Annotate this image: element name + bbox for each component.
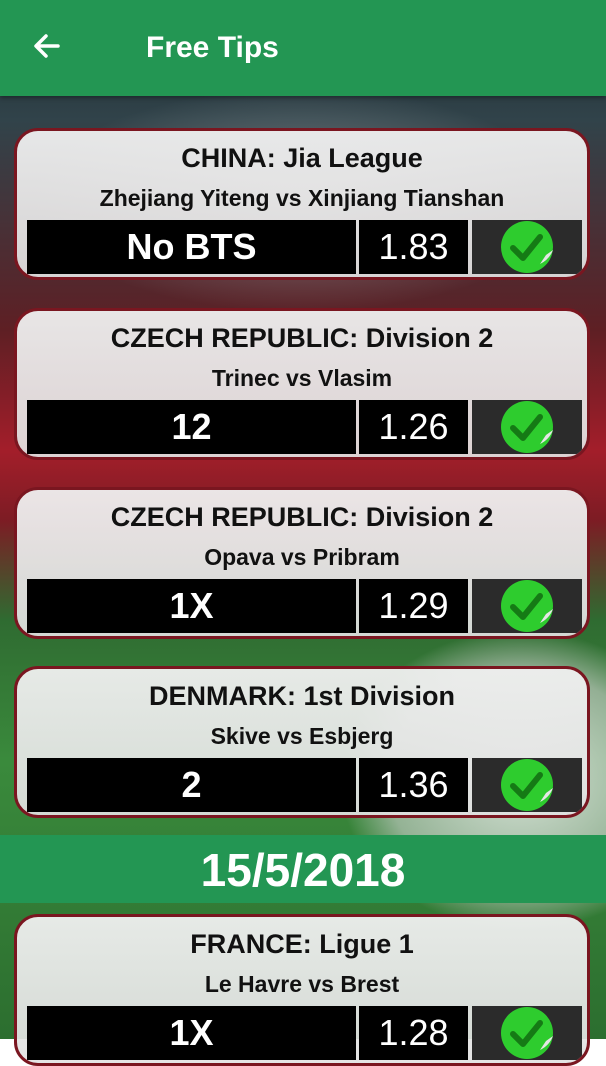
tip-card[interactable]: DENMARK: 1st Division Skive vs Esbjerg 2…: [14, 666, 590, 818]
result-status: [472, 758, 582, 812]
check-icon: [501, 580, 553, 632]
date-header: 15/5/2018: [0, 835, 606, 903]
match-teams: Skive vs Esbjerg: [210, 723, 394, 749]
odds-value: 1.83: [359, 220, 468, 274]
tip-card[interactable]: CHINA: Jia League Zhejiang Yiteng vs Xin…: [14, 128, 590, 280]
app-bar: Free Tips: [0, 0, 606, 96]
league-name: CZECH REPUBLIC: Division 2: [110, 502, 494, 532]
prediction-value: 12: [27, 400, 356, 454]
page-title: Free Tips: [146, 31, 279, 64]
result-status: [472, 220, 582, 274]
prediction-value: 1X: [27, 579, 356, 633]
tip-card[interactable]: CZECH REPUBLIC: Division 2 Opava vs Prib…: [14, 487, 590, 639]
tip-card[interactable]: CZECH REPUBLIC: Division 2 Trinec vs Vla…: [14, 308, 590, 460]
match-teams: Opava vs Pribram: [204, 544, 400, 570]
league-name: CHINA: Jia League: [181, 143, 423, 173]
check-icon: [501, 1007, 553, 1059]
odds-value: 1.28: [359, 1006, 468, 1060]
check-icon: [501, 759, 553, 811]
league-name: FRANCE: Ligue 1: [190, 929, 414, 959]
result-status: [472, 400, 582, 454]
league-name: CZECH REPUBLIC: Division 2: [110, 323, 494, 353]
prediction-value: 2: [27, 758, 356, 812]
match-teams: Zhejiang Yiteng vs Xinjiang Tianshan: [99, 185, 505, 211]
tip-card[interactable]: FRANCE: Ligue 1 Le Havre vs Brest 1X 1.2…: [14, 914, 590, 1066]
check-icon: [501, 221, 553, 273]
result-status: [472, 1006, 582, 1060]
arrow-left-icon[interactable]: [28, 26, 68, 66]
match-teams: Trinec vs Vlasim: [211, 365, 393, 391]
odds-value: 1.29: [359, 579, 468, 633]
odds-value: 1.26: [359, 400, 468, 454]
result-status: [472, 579, 582, 633]
check-icon: [501, 401, 553, 453]
match-teams: Le Havre vs Brest: [204, 971, 400, 997]
odds-value: 1.36: [359, 758, 468, 812]
prediction-value: No BTS: [27, 220, 356, 274]
prediction-value: 1X: [27, 1006, 356, 1060]
league-name: DENMARK: 1st Division: [148, 681, 456, 711]
back-arrow-glyph: [34, 34, 60, 58]
